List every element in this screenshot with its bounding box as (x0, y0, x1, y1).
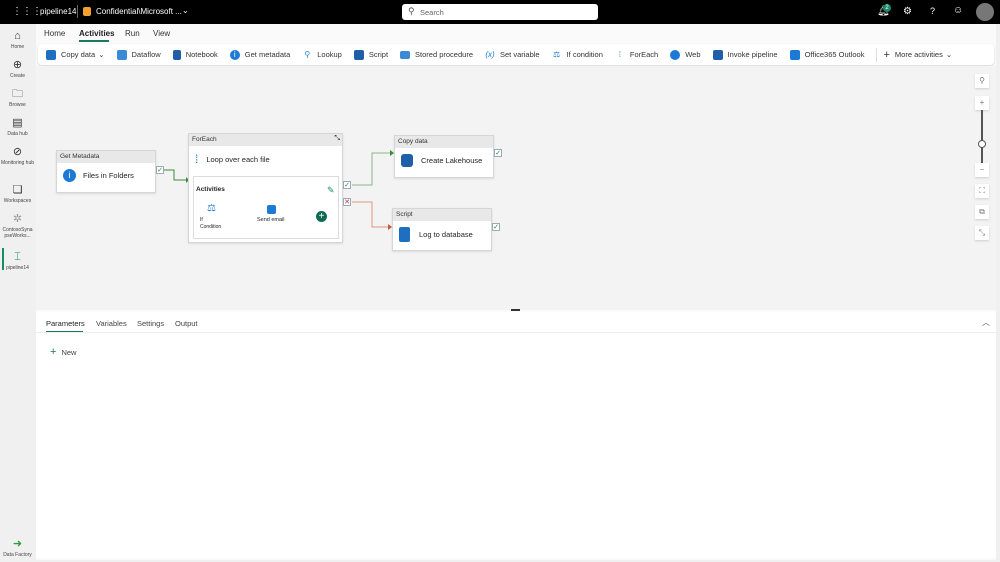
failure-connector (352, 201, 389, 228)
inner-send-email[interactable]: Send email (257, 217, 285, 223)
tab-variables[interactable]: Variables (96, 319, 127, 328)
activity-name: Files in Folders (83, 171, 134, 180)
activities-label: Activities (196, 186, 225, 193)
tab-settings[interactable]: Settings (137, 319, 164, 328)
activity-type: Script (393, 209, 491, 221)
edit-icon[interactable]: ✎ (327, 185, 335, 196)
plus-icon: + (50, 346, 57, 358)
success-handle[interactable]: ✓ (492, 223, 500, 231)
foreach-activity[interactable]: ForEach ⤡ ⁞ Loop over each file Activitie… (188, 133, 343, 243)
fit-to-screen-button[interactable]: ⛶ (975, 184, 989, 198)
tab-parameters[interactable]: Parameters (46, 319, 85, 328)
zoom-in-button[interactable]: + (975, 96, 989, 110)
zoom-out-button[interactable]: − (975, 163, 989, 177)
failure-handle[interactable]: ✕ (343, 198, 351, 206)
script-icon (399, 227, 410, 242)
activity-type: ForEach (189, 134, 342, 146)
success-connector (352, 152, 391, 186)
add-activity-button[interactable]: + (316, 211, 327, 222)
collapse-icon[interactable]: ⤡ (334, 135, 340, 143)
copy-data-icon (401, 154, 413, 167)
script-activity[interactable]: Script Log to database (392, 208, 492, 251)
copy-data-activity[interactable]: Copy data Create Lakehouse (394, 135, 494, 178)
activity-name: Loop over each file (206, 154, 270, 164)
success-handle[interactable]: ✓ (156, 166, 164, 174)
activity-type: Get Metadata (57, 151, 155, 163)
inner-if-condition[interactable]: If Condition (200, 217, 224, 231)
auto-align-button[interactable]: ⧉ (975, 205, 989, 219)
panel-resize-handle[interactable] (511, 309, 520, 311)
foreach-icon: ⁞ (195, 152, 199, 166)
success-handle[interactable]: ✓ (343, 181, 351, 189)
search-canvas-button[interactable]: ⚲ (975, 74, 989, 88)
info-icon: i (63, 169, 76, 182)
inner-activities-box: Activities ✎ ⚖ If Condition Send email + (193, 176, 339, 239)
activity-type: Copy data (395, 136, 493, 148)
activity-name: Create Lakehouse (421, 156, 483, 165)
zoom-slider[interactable] (981, 110, 983, 165)
success-handle[interactable]: ✓ (494, 149, 502, 157)
get-metadata-activity[interactable]: Get Metadata i Files in Folders (56, 150, 156, 193)
zoom-slider-thumb[interactable] (978, 140, 986, 148)
collapse-button[interactable]: ⤡ (975, 226, 989, 240)
label: New (61, 347, 77, 357)
divider (36, 332, 996, 333)
outlook-icon (267, 205, 276, 214)
new-parameter-button[interactable]: + New (50, 346, 76, 358)
success-connector (164, 169, 186, 181)
if-condition-icon: ⚖ (207, 203, 216, 214)
activity-name: Log to database (419, 230, 473, 239)
tab-output[interactable]: Output (175, 319, 198, 328)
properties-panel: Parameters Variables Settings Output ︿ +… (36, 312, 996, 558)
chevron-up-icon[interactable]: ︿ (982, 317, 990, 328)
